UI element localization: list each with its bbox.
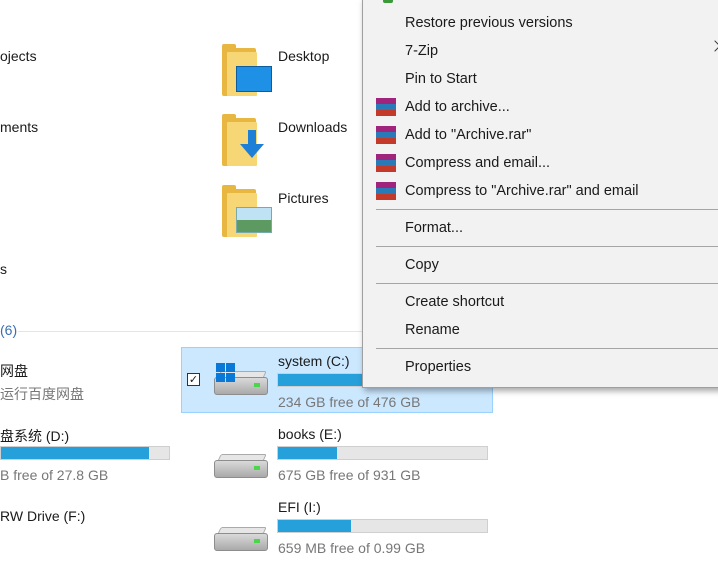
drive-i-capacity-bar [277, 519, 488, 533]
folder-label-3d-objects[interactable]: ojects [0, 48, 37, 64]
drive-c-free: 234 GB free of 476 GB [278, 394, 421, 410]
menu-separator [376, 348, 718, 349]
folder-label-downloads[interactable]: Downloads [278, 119, 347, 135]
menu-item-add-to-archive-rar[interactable]: Add to "Archive.rar" [405, 127, 531, 143]
chevron-right-icon [709, 40, 718, 52]
menu-item-restore-previous-versions[interactable]: Restore previous versions [405, 15, 573, 31]
menu-item-compress-and-email[interactable]: Compress and email... [405, 155, 550, 171]
drive-i-free: 659 MB free of 0.99 GB [278, 540, 426, 556]
drive-e-capacity-fill [278, 447, 337, 459]
menu-item-create-shortcut[interactable]: Create shortcut [405, 294, 504, 310]
folder-label-pictures[interactable]: Pictures [278, 190, 329, 206]
context-menu: Restore previous versions 7-Zip Pin to S… [362, 0, 718, 388]
drive-d-capacity-bar [0, 446, 170, 460]
winrar-icon [376, 98, 396, 116]
desktop-folder-icon[interactable] [222, 44, 272, 96]
folder-label-desktop[interactable]: Desktop [278, 48, 329, 64]
drive-c-checkbox[interactable]: ✓ [187, 373, 200, 386]
drive-f-name[interactable]: RW Drive (F:) [0, 508, 85, 524]
menu-separator [376, 246, 718, 247]
menu-separator [376, 209, 718, 210]
baidu-drive-name[interactable]: 网盘 [0, 361, 28, 381]
menu-item-7zip[interactable]: 7-Zip [405, 43, 438, 59]
winrar-icon [376, 126, 396, 144]
windows-drive-icon[interactable] [214, 363, 268, 399]
menu-item-format[interactable]: Format... [405, 220, 463, 236]
drive-e-capacity-bar [277, 446, 488, 460]
folder-label-partial[interactable]: s [0, 261, 7, 277]
drive-c-name[interactable]: system (C:) [278, 353, 350, 369]
pictures-folder-icon[interactable] [222, 185, 272, 237]
shield-check-icon [383, 0, 393, 3]
drive-d-name[interactable]: 盘系统 (D:) [0, 426, 69, 446]
drive-i-capacity-fill [278, 520, 352, 532]
menu-item-compress-to-archive-rar-and-email[interactable]: Compress to "Archive.rar" and email [405, 183, 639, 199]
winrar-icon [376, 182, 396, 200]
winrar-icon [376, 154, 396, 172]
menu-item-copy[interactable]: Copy [405, 257, 439, 273]
folder-label-documents[interactable]: ments [0, 119, 38, 135]
menu-item-rename[interactable]: Rename [405, 322, 460, 338]
baidu-drive-subtitle: 运行百度网盘 [0, 386, 84, 402]
hard-drive-icon[interactable] [214, 519, 268, 555]
drive-d-capacity-fill [1, 447, 149, 459]
drive-d-free: B free of 27.8 GB [0, 467, 109, 483]
menu-item-properties[interactable]: Properties [405, 359, 471, 375]
menu-item-add-to-archive[interactable]: Add to archive... [405, 99, 510, 115]
menu-item-pin-to-start[interactable]: Pin to Start [405, 71, 477, 87]
drive-e-name[interactable]: books (E:) [278, 426, 342, 442]
menu-separator [376, 283, 718, 284]
hard-drive-icon[interactable] [214, 446, 268, 482]
drive-i-name[interactable]: EFI (I:) [278, 499, 321, 515]
devices-group-count: (6) [0, 322, 18, 338]
downloads-folder-icon[interactable] [222, 114, 272, 166]
drive-e-free: 675 GB free of 931 GB [278, 467, 421, 483]
